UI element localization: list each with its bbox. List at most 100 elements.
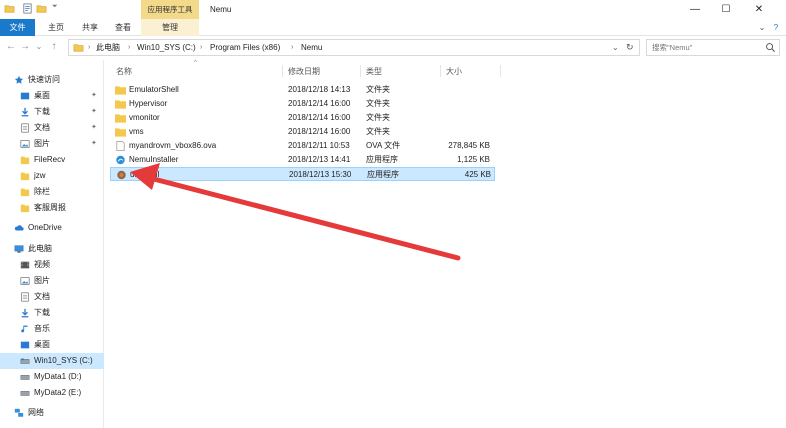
tab-file[interactable]: 文件 (0, 19, 35, 36)
breadcrumb-c-drive[interactable]: Win10_SYS (C:) (137, 40, 196, 55)
sidebar-item-downloads-pc[interactable]: 下载 (0, 305, 104, 321)
sidebar-item-c-drive[interactable]: Win10_SYS (C:) (0, 353, 104, 369)
drive-icon (20, 391, 30, 396)
sidebar-item-this-pc[interactable]: 此电脑 (0, 241, 104, 257)
sidebar-item-weekly-report[interactable]: 客服周报 (0, 200, 104, 216)
sidebar-item-quick-access[interactable]: 快速访问 (0, 72, 104, 88)
folder-icon (73, 44, 84, 52)
window-title: Nemu (210, 5, 232, 14)
file-name: myandrovm_vbox86.ova (129, 141, 217, 150)
help-icon[interactable]: ? (770, 19, 782, 36)
column-divider[interactable] (440, 65, 441, 77)
sidebar-label: MyData2 (E:) (34, 388, 82, 397)
minimize-button[interactable]: — (680, 0, 710, 19)
column-header-size[interactable]: 大小 (446, 66, 462, 77)
sort-indicator-icon: ^ (194, 60, 197, 66)
new-folder-icon[interactable] (36, 3, 47, 14)
address-bar[interactable]: › 此电脑 › Win10_SYS (C:) › Program Files (… (68, 39, 640, 56)
table-row[interactable]: vmonitor 2018/12/14 16:00 文件夹 (110, 111, 495, 125)
up-button[interactable]: ↑ (47, 40, 61, 54)
music-icon (21, 325, 28, 333)
search-icon[interactable] (765, 42, 776, 53)
file-type: 文件夹 (366, 85, 390, 94)
breadcrumb-program-files[interactable]: Program Files (x86) (210, 40, 280, 55)
ribbon-expand-icon[interactable]: ⌄ (756, 19, 768, 36)
sidebar-item-e-drive[interactable]: MyData2 (E:) (0, 385, 104, 401)
sidebar-label: 客服周报 (34, 203, 66, 212)
file-name: EmulatorShell (129, 85, 179, 94)
ribbon-tabs: 文件 主页 共享 查看 管理 ⌄ ? (0, 19, 786, 36)
sidebar-item-network[interactable]: 网络 (0, 405, 104, 421)
breadcrumb-nemu[interactable]: Nemu (301, 40, 322, 55)
tab-share[interactable]: 共享 (77, 19, 103, 36)
sidebar-item-desktop[interactable]: 桌面 ✦ (0, 88, 104, 104)
sidebar-label: Win10_SYS (C:) (34, 356, 93, 365)
recent-locations-button[interactable]: ⌄ (32, 40, 46, 54)
sidebar-label: OneDrive (28, 223, 62, 232)
column-divider[interactable] (360, 65, 361, 77)
address-dropdown-icon[interactable]: ⌄ (612, 40, 619, 55)
pin-icon[interactable]: ✦ (91, 136, 97, 152)
sidebar-item-downloads[interactable]: 下载 ✦ (0, 104, 104, 120)
file-name: NemuInstaller (129, 155, 179, 164)
sidebar-item-d-drive[interactable]: MyData1 (D:) (0, 369, 104, 385)
uninstall-icon (117, 170, 126, 180)
sidebar-label: 音乐 (34, 324, 50, 333)
folder-icon (20, 188, 30, 197)
sidebar-label: jzw (34, 171, 46, 180)
tab-manage[interactable]: 管理 (141, 19, 199, 36)
close-button[interactable]: ✕ (744, 0, 774, 19)
forward-button[interactable]: → (18, 40, 32, 54)
pin-icon[interactable]: ✦ (91, 104, 97, 120)
refresh-button[interactable]: ↻ (626, 40, 634, 55)
pin-icon[interactable]: ✦ (91, 120, 97, 136)
qa-customize-icon[interactable]: ⏷ (52, 3, 58, 11)
download-icon (21, 107, 29, 117)
pin-icon[interactable]: ✦ (91, 88, 97, 104)
sidebar-item-desktop-pc[interactable]: 桌面 (0, 337, 104, 353)
table-row[interactable]: myandrovm_vbox86.ova 2018/12/11 10:53 OV… (110, 139, 495, 153)
sidebar-item-pictures-pc[interactable]: 图片 (0, 273, 104, 289)
sidebar-label: 下载 (34, 308, 50, 317)
table-row[interactable]: vms 2018/12/14 16:00 文件夹 (110, 125, 495, 139)
back-button[interactable]: ← (4, 40, 18, 54)
sidebar-item-onedrive[interactable]: OneDrive (0, 220, 104, 236)
search-input[interactable]: 搜索"Nemu" (652, 40, 692, 55)
title-bar: ⏷ 应用程序工具 Nemu — ☐ ✕ (0, 0, 786, 19)
computer-icon (14, 245, 24, 253)
sidebar-item-documents-pc[interactable]: 文档 (0, 289, 104, 305)
table-row[interactable]: Hypervisor 2018/12/14 16:00 文件夹 (110, 97, 495, 111)
sidebar-item-documents[interactable]: 文档 ✦ (0, 120, 104, 136)
sidebar-label: 除栏 (34, 187, 50, 196)
file-size: 425 KB (464, 170, 491, 179)
tab-home[interactable]: 主页 (43, 19, 69, 36)
sidebar-item-folder[interactable]: 除栏 (0, 184, 104, 200)
download-icon (21, 308, 29, 318)
folder-icon (20, 204, 30, 213)
properties-icon[interactable] (22, 3, 33, 14)
column-header-name[interactable]: 名称 (116, 66, 132, 77)
sidebar-item-jzw[interactable]: jzw (0, 168, 104, 184)
drive-icon (20, 375, 30, 380)
table-row[interactable]: EmulatorShell 2018/12/18 14:13 文件夹 (110, 83, 495, 97)
sidebar-item-music[interactable]: 音乐 (0, 321, 104, 337)
column-divider[interactable] (282, 65, 283, 77)
tab-view[interactable]: 查看 (110, 19, 136, 36)
file-type: 文件夹 (366, 113, 390, 122)
cloud-icon (14, 225, 24, 231)
maximize-button[interactable]: ☐ (711, 0, 741, 19)
table-row-selected[interactable]: uninstall 2018/12/13 15:30 应用程序 425 KB (110, 167, 495, 181)
sidebar-item-filerecv[interactable]: FileRecv (0, 152, 104, 168)
column-divider[interactable] (500, 65, 501, 77)
column-header-type[interactable]: 类型 (366, 66, 382, 77)
column-header-date[interactable]: 修改日期 (288, 66, 320, 77)
sidebar-item-videos[interactable]: 视频 (0, 257, 104, 273)
file-list: ^ 名称 修改日期 类型 大小 EmulatorShell 2018/12/18… (104, 60, 786, 428)
file-type: 文件夹 (366, 127, 390, 136)
network-icon (14, 408, 24, 417)
breadcrumb-this-pc[interactable]: 此电脑 (96, 40, 120, 55)
search-box[interactable]: 搜索"Nemu" (646, 39, 780, 56)
table-row[interactable]: NemuInstaller 2018/12/13 14:41 应用程序 1,12… (110, 153, 495, 167)
file-name: vms (129, 127, 144, 136)
sidebar-item-pictures[interactable]: 图片 ✦ (0, 136, 104, 152)
